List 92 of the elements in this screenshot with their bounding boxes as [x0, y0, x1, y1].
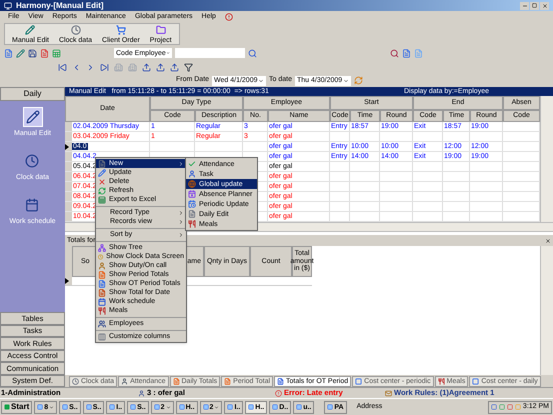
window-icon	[109, 404, 116, 410]
utensils-icon	[98, 306, 106, 314]
tree-icon	[98, 244, 106, 252]
document-icon	[224, 378, 232, 385]
refresh-icon[interactable]	[354, 76, 363, 85]
filter-icon[interactable]	[184, 62, 193, 72]
pencil-icon	[98, 168, 106, 176]
document-icon	[98, 160, 106, 168]
spreadsheet-icon[interactable]	[52, 48, 61, 58]
window-icon	[202, 404, 209, 410]
error-icon	[275, 390, 282, 396]
square-icon	[472, 378, 480, 385]
restore-icon	[532, 3, 537, 8]
clock-icon	[25, 154, 40, 168]
app-icon	[4, 2, 12, 10]
envelope-icon	[385, 390, 392, 396]
folder-icon	[156, 24, 166, 34]
dropdown-icon	[258, 78, 264, 84]
search-field[interactable]	[175, 48, 245, 58]
person-icon	[138, 390, 145, 396]
window-icon	[327, 404, 334, 410]
document-icon[interactable]	[402, 48, 411, 58]
save-icon[interactable]	[28, 48, 37, 58]
window-icon	[272, 404, 278, 410]
window-icon	[37, 404, 44, 410]
scrollbar[interactable]	[540, 246, 553, 375]
upload-icon[interactable]	[142, 62, 151, 72]
previous-record-icon[interactable]	[72, 62, 81, 72]
clock-icon	[98, 252, 104, 260]
window-icon	[227, 404, 234, 410]
minimize-icon	[522, 2, 528, 8]
window-icon	[154, 404, 160, 410]
cross-icon	[98, 178, 106, 186]
window-icon	[178, 404, 185, 410]
globe-icon	[188, 180, 196, 188]
document-icon	[188, 210, 196, 218]
caret-icon	[178, 160, 184, 166]
windows-logo-icon	[4, 404, 10, 410]
last-record-icon[interactable]	[100, 62, 109, 72]
dropdown-icon	[166, 50, 170, 56]
pencil-icon[interactable]	[16, 48, 25, 58]
check-icon	[188, 160, 196, 168]
start-button[interactable]: Start	[1, 400, 32, 414]
window-icon	[248, 404, 254, 410]
person-icon	[188, 170, 196, 178]
person-icon	[98, 262, 106, 270]
restore-button[interactable]	[530, 2, 539, 10]
row-header[interactable]	[65, 277, 72, 285]
search-icon[interactable]	[390, 48, 399, 58]
calendar-icon	[188, 190, 196, 198]
refresh-icon	[98, 186, 106, 194]
document-icon[interactable]	[4, 48, 13, 58]
columns-icon	[98, 332, 106, 340]
document-icon	[172, 378, 180, 385]
pencil-icon	[25, 24, 36, 34]
clock-icon	[70, 24, 80, 34]
document-icon[interactable]	[40, 48, 49, 58]
window-icon	[86, 404, 92, 410]
document-icon	[277, 378, 284, 385]
scrollbar[interactable]	[540, 96, 553, 222]
square-icon	[355, 378, 362, 385]
people-icon	[98, 320, 106, 328]
calendar-icon	[98, 298, 106, 306]
upload-icon[interactable]	[156, 62, 165, 72]
pencil-icon	[26, 110, 40, 124]
window-icon	[296, 404, 302, 410]
close-icon	[542, 2, 548, 8]
calendar-icon	[188, 200, 196, 208]
alert-icon[interactable]	[224, 12, 233, 20]
caret-icon	[214, 404, 220, 410]
calendar-icon	[25, 198, 40, 212]
minimize-button[interactable]	[520, 2, 529, 10]
utensils-icon	[438, 378, 445, 385]
close-icon[interactable]	[545, 238, 551, 244]
clock-icon	[72, 378, 79, 385]
cart-icon	[116, 24, 126, 34]
dropdown-icon	[343, 78, 349, 84]
utensils-icon	[188, 220, 196, 228]
window-icon	[62, 404, 68, 410]
caret-icon	[166, 404, 171, 410]
caret-icon	[49, 404, 54, 410]
spreadsheet-icon	[98, 196, 106, 204]
window-title: Harmony-[Manual Edit]	[16, 2, 104, 10]
caret-icon	[178, 232, 184, 238]
first-record-icon[interactable]	[58, 62, 67, 72]
next-record-icon[interactable]	[86, 62, 95, 72]
window-icon	[130, 404, 136, 410]
upload-icon[interactable]	[170, 62, 179, 72]
search-icon[interactable]	[248, 48, 257, 58]
person-icon	[121, 378, 128, 385]
sidebar-header: Daily	[0, 87, 65, 101]
close-button[interactable]	[540, 2, 549, 10]
